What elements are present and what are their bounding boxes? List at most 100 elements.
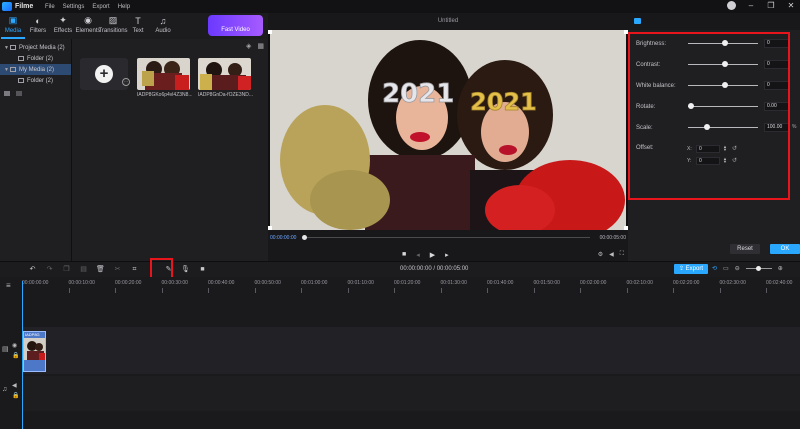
tab-media-label: Media	[4, 28, 22, 34]
stop-icon[interactable]: ■	[402, 251, 406, 259]
tab-filters[interactable]: ◐ Filters	[26, 13, 50, 39]
ruler-tick-label: 00:00:20:00	[115, 280, 142, 286]
link-icon[interactable]: ⟲	[712, 265, 717, 272]
track-mute-icon[interactable]: ◀	[12, 382, 17, 389]
ruler-tick-mark	[487, 288, 488, 293]
tab-elements[interactable]: ◉ Elements	[75, 13, 101, 39]
effects-icon: ✦	[59, 15, 67, 25]
tab-elements-label: Elements	[75, 28, 101, 34]
video-track-icon: ▤	[2, 346, 9, 353]
app-logo-icon	[2, 2, 12, 11]
play-icon[interactable]: ▶	[430, 251, 435, 259]
split-icon[interactable]: ✂	[109, 265, 126, 275]
zoom-in-icon[interactable]: ⊕	[778, 265, 783, 272]
previous-frame-icon[interactable]: ◂	[416, 251, 420, 259]
ruler-tick-label: 00:02:30:00	[719, 280, 746, 286]
delete-folder-icon[interactable]	[16, 91, 22, 96]
microphone-icon[interactable]: 🎙	[177, 265, 194, 275]
timeline-timecode: 00:00:00:00 / 00:00:05:00	[400, 266, 469, 272]
tab-audio[interactable]: ♫ Audio	[151, 13, 175, 39]
menu-help[interactable]: Help	[118, 4, 130, 10]
ruler-tick-label: 00:01:40:00	[487, 280, 514, 286]
photo-glasses-text-gold: 2021	[470, 88, 537, 116]
close-button[interactable]: ✕	[786, 1, 796, 10]
ruler-tick-label: 00:01:20:00	[394, 280, 421, 286]
account-avatar[interactable]	[727, 1, 736, 10]
tab-effects[interactable]: ✦ Effects	[51, 13, 75, 39]
reset-button[interactable]: Reset	[730, 244, 760, 254]
zoom-slider[interactable]	[745, 266, 772, 271]
zoom-out-icon[interactable]: ⊖	[735, 265, 740, 272]
zoom-slider-handle[interactable]	[755, 266, 761, 271]
restore-button[interactable]: ❐	[766, 1, 776, 10]
more-options-icon[interactable]: ···	[122, 78, 130, 86]
new-folder-icon[interactable]	[4, 91, 10, 96]
preview-panel: 2021 2021	[268, 30, 628, 230]
preview-scrubber[interactable]	[304, 237, 590, 238]
paste-icon[interactable]: ▤	[75, 265, 92, 275]
tab-filters-label: Filters	[29, 28, 47, 34]
ruler-tick-mark	[673, 288, 674, 293]
copy-icon[interactable]: ❐	[58, 265, 75, 275]
project-title: Untitled	[437, 18, 459, 24]
delete-icon[interactable]: 🗑	[92, 265, 109, 275]
fullscreen-icon[interactable]: ⛶	[620, 251, 624, 258]
playhead[interactable]	[22, 281, 23, 429]
tab-media[interactable]: ▣ Media	[1, 13, 25, 39]
media-thumbnail[interactable]	[198, 58, 251, 90]
transitions-icon: ▨	[108, 15, 118, 25]
tree-item-project-media[interactable]: ▼ Project Media (2)	[0, 42, 71, 53]
tree-item-my-media[interactable]: ▼ My Media (2)	[0, 64, 71, 75]
video-track[interactable]	[22, 327, 800, 374]
timeline-menu-icon[interactable]: ≡	[6, 282, 14, 290]
record-camera-icon[interactable]: ■	[194, 265, 211, 275]
layers-icon[interactable]: ◈	[246, 42, 251, 50]
minimize-button[interactable]: –	[746, 1, 756, 10]
audio-track[interactable]	[22, 376, 800, 411]
ruler-tick-label: 00:00:40:00	[208, 280, 235, 286]
track-visibility-icon[interactable]: ◉	[12, 342, 17, 349]
tab-transitions[interactable]: ▨ Transitions	[98, 13, 127, 39]
ruler-tick-mark	[626, 288, 628, 293]
tree-item-folder[interactable]: Folder (2)	[0, 53, 71, 64]
folder-icon	[10, 67, 16, 72]
ruler-tick-mark	[394, 288, 395, 293]
window-controls: – ❐ ✕	[727, 1, 796, 10]
ok-button[interactable]: OK	[770, 244, 800, 254]
undo-icon[interactable]: ↶	[24, 265, 41, 275]
settings-icon[interactable]: ⚙	[598, 251, 603, 258]
selection-handle[interactable]	[268, 30, 272, 34]
timeline-clip[interactable]: IADP8G	[23, 331, 46, 372]
tree-item-folder[interactable]: Folder (2)	[0, 75, 71, 86]
image-properties-icon[interactable]	[634, 18, 641, 24]
track-lock-icon[interactable]: 🔒	[12, 352, 19, 359]
tab-audio-label: Audio	[155, 28, 171, 34]
ruler-tick-label: 00:02:40:00	[766, 280, 793, 286]
menu-file[interactable]: File	[45, 4, 55, 10]
next-frame-icon[interactable]: ▸	[445, 251, 449, 259]
export-button[interactable]: ⇪ Export	[674, 264, 708, 274]
ruler-tick-mark	[719, 288, 721, 293]
ruler-tick-mark	[161, 288, 163, 293]
media-thumbnail[interactable]	[137, 58, 190, 90]
elements-icon: ◉	[84, 15, 92, 25]
volume-icon[interactable]: ◀	[609, 251, 614, 258]
ruler-tick-label: 00:01:30:00	[440, 280, 467, 286]
tab-text-label: Text	[132, 28, 144, 34]
menu-export[interactable]: Export	[92, 4, 109, 10]
track-lock-icon[interactable]: 🔒	[12, 392, 19, 399]
media-tree-panel: ▼ Project Media (2) Folder (2) ▼ My Medi…	[0, 39, 72, 261]
zoom-fit-icon[interactable]: ▭	[723, 265, 729, 272]
ruler-tick-mark	[301, 288, 302, 293]
timeline-ruler[interactable]: 00:00:00:00 00:00:10:00 00:00:20:00 00:00:3…	[0, 277, 800, 294]
grid-view-icon[interactable]: ▦	[257, 42, 264, 50]
text-icon: T	[135, 15, 141, 26]
redo-icon[interactable]: ↷	[41, 265, 58, 275]
scrubber-handle[interactable]	[302, 235, 307, 240]
import-media-button[interactable]: +	[80, 58, 128, 90]
fast-video-button[interactable]: Fast Video	[208, 15, 263, 36]
menu-settings[interactable]: Settings	[63, 4, 85, 10]
tab-text[interactable]: T Text	[126, 13, 150, 39]
ruler-tick-label: 00:00:50:00	[254, 280, 281, 286]
crop-icon[interactable]: ⌗	[126, 265, 143, 275]
